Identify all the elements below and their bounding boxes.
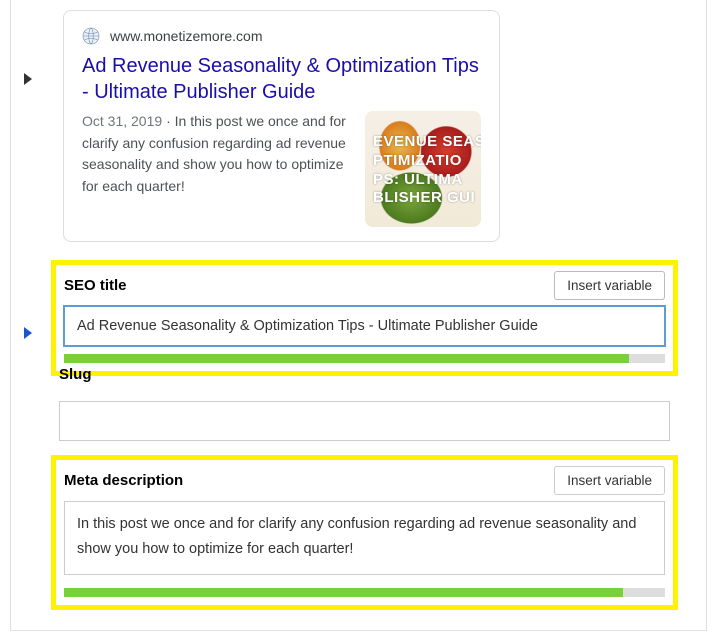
seo-title-section: SEO title Insert variable [11,260,706,376]
slug-input[interactable] [59,401,670,441]
meta-description-insert-variable-button[interactable]: Insert variable [554,466,665,495]
preview-header: www.monetizemore.com [82,27,481,45]
slug-label: Slug [59,366,670,383]
slug-section: Slug [11,378,706,441]
seo-title-input[interactable] [64,306,665,346]
seo-title-progress [64,354,665,363]
globe-favicon-icon [82,27,100,45]
meta-description-input[interactable] [64,501,665,575]
thumbnail-overlay-text: EVENUE SEASONALI PTIMIZATIO PS: ULTIMA B… [373,133,481,208]
meta-description-highlight: Meta description Insert variable [51,455,678,610]
preview-description: Oct 31, 2019 · In this post we once and … [82,111,351,227]
meta-description-progress-fill [64,588,623,597]
meta-description-section: Meta description Insert variable [11,455,706,610]
seo-title-label: SEO title [64,277,127,294]
seo-title-highlight: SEO title Insert variable [51,260,678,376]
preview-date: Oct 31, 2019 [82,113,162,129]
preview-collapse-caret[interactable] [24,73,32,85]
preview-domain: www.monetizemore.com [110,28,263,44]
preview-title-link[interactable]: Ad Revenue Seasonality & Optimization Ti… [82,53,481,105]
meta-description-progress [64,588,665,597]
seo-title-progress-fill [64,354,629,363]
meta-description-label: Meta description [64,472,183,489]
seo-editor-panel: www.monetizemore.com Ad Revenue Seasonal… [10,0,707,631]
seo-title-insert-variable-button[interactable]: Insert variable [554,271,665,300]
search-preview-card: www.monetizemore.com Ad Revenue Seasonal… [63,10,500,242]
preview-thumbnail: EVENUE SEASONALI PTIMIZATIO PS: ULTIMA B… [365,111,481,227]
preview-date-separator: · [166,113,175,129]
